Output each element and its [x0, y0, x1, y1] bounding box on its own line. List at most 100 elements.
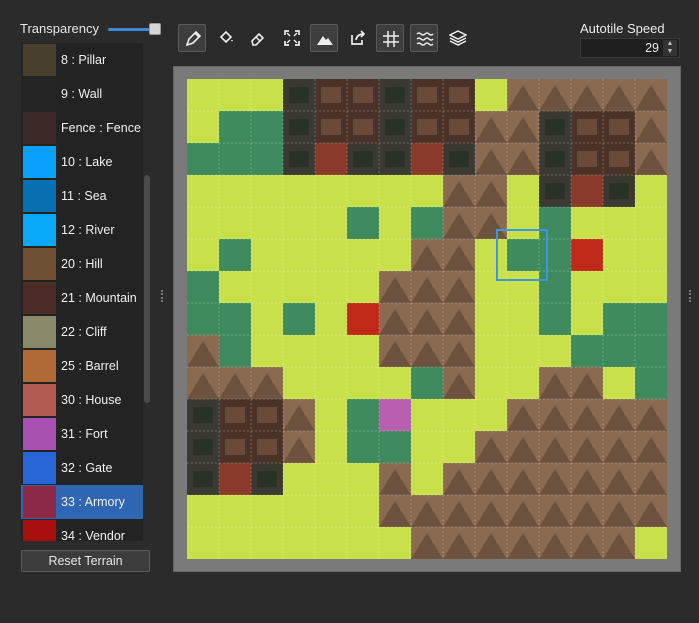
- right-splitter-handle[interactable]: [689, 290, 691, 302]
- terrain-item[interactable]: 12 : River: [21, 213, 143, 247]
- map-tile[interactable]: [187, 175, 219, 207]
- map-tile[interactable]: [219, 239, 251, 271]
- map-tile[interactable]: [219, 527, 251, 559]
- terrain-list-scrollbar[interactable]: [143, 43, 151, 541]
- map-tile[interactable]: [443, 431, 475, 463]
- reset-terrain-button[interactable]: Reset Terrain: [21, 550, 150, 572]
- water-waves-tool-button[interactable]: [410, 24, 438, 52]
- map-tile[interactable]: [475, 367, 507, 399]
- map-tile[interactable]: [507, 175, 539, 207]
- map-tile[interactable]: [187, 271, 219, 303]
- map-tile[interactable]: [251, 79, 283, 111]
- map-tile[interactable]: [539, 271, 571, 303]
- map-tile[interactable]: [283, 367, 315, 399]
- terrain-item[interactable]: 22 : Cliff: [21, 315, 143, 349]
- map-tile[interactable]: [635, 271, 667, 303]
- map-tile[interactable]: [315, 239, 347, 271]
- terrain-item[interactable]: 31 : Fort: [21, 417, 143, 451]
- terrain-item[interactable]: 11 : Sea: [21, 179, 143, 213]
- map-tile[interactable]: [251, 207, 283, 239]
- map-tile[interactable]: [411, 463, 443, 495]
- terrain-item[interactable]: 8 : Pillar: [21, 43, 143, 77]
- map-tile[interactable]: [475, 399, 507, 431]
- map-tile[interactable]: [251, 303, 283, 335]
- terrain-item[interactable]: 21 : Mountain: [21, 281, 143, 315]
- map-tile[interactable]: [379, 367, 411, 399]
- map-tile[interactable]: [187, 143, 219, 175]
- map-tile[interactable]: [315, 367, 347, 399]
- map-tile[interactable]: [347, 527, 379, 559]
- slider-handle[interactable]: [149, 23, 161, 35]
- map-tile[interactable]: [347, 239, 379, 271]
- map-tile[interactable]: [315, 271, 347, 303]
- map-tile[interactable]: [379, 239, 411, 271]
- fill-bucket-tool-button[interactable]: [212, 24, 240, 52]
- tile-map[interactable]: [187, 79, 667, 559]
- map-tile[interactable]: [539, 303, 571, 335]
- map-tile[interactable]: [411, 367, 443, 399]
- map-tile[interactable]: [315, 175, 347, 207]
- map-tile[interactable]: [635, 207, 667, 239]
- map-tile[interactable]: [315, 335, 347, 367]
- map-tile[interactable]: [219, 143, 251, 175]
- map-tile[interactable]: [283, 303, 315, 335]
- map-tile[interactable]: [507, 271, 539, 303]
- map-tile[interactable]: [475, 239, 507, 271]
- map-tile[interactable]: [539, 239, 571, 271]
- map-tile[interactable]: [571, 271, 603, 303]
- map-tile[interactable]: [379, 527, 411, 559]
- terrain-item[interactable]: 30 : House: [21, 383, 143, 417]
- eraser-tool-button[interactable]: [244, 24, 272, 52]
- grid-tool-button[interactable]: [376, 24, 404, 52]
- export-tool-button[interactable]: [344, 24, 372, 52]
- tile-map-svg[interactable]: [187, 79, 667, 559]
- map-tile[interactable]: [571, 239, 603, 271]
- terrain-item[interactable]: 32 : Gate: [21, 451, 143, 485]
- map-tile[interactable]: [507, 239, 539, 271]
- map-tile[interactable]: [187, 79, 219, 111]
- map-tile[interactable]: [219, 207, 251, 239]
- map-tile[interactable]: [219, 175, 251, 207]
- map-tile[interactable]: [219, 271, 251, 303]
- map-tile[interactable]: [251, 527, 283, 559]
- map-tile[interactable]: [187, 527, 219, 559]
- layers-tool-button[interactable]: [444, 24, 472, 52]
- map-tile[interactable]: [251, 239, 283, 271]
- map-tile[interactable]: [347, 271, 379, 303]
- map-tile[interactable]: [283, 463, 315, 495]
- map-tile[interactable]: [443, 399, 475, 431]
- map-tile[interactable]: [571, 303, 603, 335]
- map-tile[interactable]: [379, 399, 411, 431]
- map-tile[interactable]: [251, 495, 283, 527]
- map-tile[interactable]: [315, 399, 347, 431]
- map-tile[interactable]: [283, 239, 315, 271]
- map-tile[interactable]: [251, 111, 283, 143]
- map-tile[interactable]: [475, 303, 507, 335]
- map-tile[interactable]: [283, 175, 315, 207]
- map-tile[interactable]: [315, 463, 347, 495]
- map-tile[interactable]: [507, 367, 539, 399]
- terrain-item[interactable]: 34 : Vendor: [21, 519, 143, 541]
- map-tile[interactable]: [283, 335, 315, 367]
- fullscreen-tool-button[interactable]: [278, 24, 306, 52]
- terrain-item[interactable]: 25 : Barrel: [21, 349, 143, 383]
- map-tile[interactable]: [603, 271, 635, 303]
- terrain-item[interactable]: 10 : Lake: [21, 145, 143, 179]
- map-tile[interactable]: [251, 143, 283, 175]
- map-tile[interactable]: [251, 271, 283, 303]
- map-tile[interactable]: [571, 175, 603, 207]
- autotile-speed-spinbox[interactable]: 29 ▲ ▼: [580, 38, 680, 58]
- map-tile[interactable]: [283, 495, 315, 527]
- map-tile[interactable]: [219, 303, 251, 335]
- map-tile[interactable]: [347, 431, 379, 463]
- map-tile[interactable]: [283, 527, 315, 559]
- map-tile[interactable]: [347, 335, 379, 367]
- map-tile[interactable]: [187, 303, 219, 335]
- map-tile[interactable]: [635, 367, 667, 399]
- map-tile[interactable]: [251, 175, 283, 207]
- map-tile[interactable]: [379, 431, 411, 463]
- map-tile[interactable]: [635, 335, 667, 367]
- map-tile[interactable]: [379, 207, 411, 239]
- map-tile[interactable]: [603, 303, 635, 335]
- map-tile[interactable]: [347, 399, 379, 431]
